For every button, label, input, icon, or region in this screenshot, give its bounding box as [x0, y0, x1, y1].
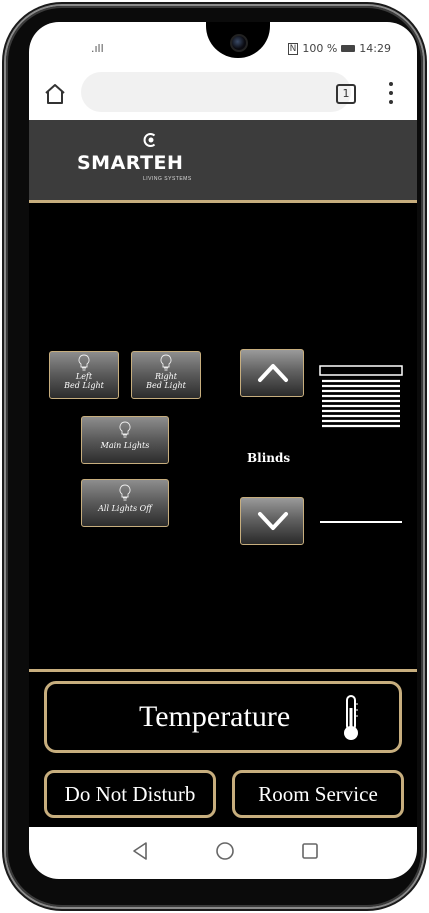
control-panel: Left Bed Light Right Bed Light Main Ligh… — [29, 203, 417, 669]
browser-toolbar: 1 — [29, 72, 417, 120]
bottom-controls: Temperature Do Not Disturb Room Service — [29, 672, 417, 827]
overflow-menu-button[interactable] — [387, 82, 395, 104]
main-lights-button[interactable]: Main Lights — [81, 416, 169, 464]
menu-dot — [389, 100, 393, 104]
bulb-icon — [160, 354, 172, 371]
smarteh-logo: SMARTEH LIVING SYSTEMS — [77, 132, 207, 184]
logo-tagline: LIVING SYSTEMS — [143, 176, 192, 182]
bulb-icon — [119, 484, 131, 501]
thermometer-icon — [344, 695, 358, 740]
menu-dot — [389, 91, 393, 95]
home-button[interactable] — [43, 82, 67, 106]
bulb-icon — [78, 354, 90, 371]
all-lights-off-label: All Lights Off — [98, 504, 152, 513]
chevron-up-icon — [258, 364, 288, 382]
all-lights-off-button[interactable]: All Lights Off — [81, 479, 169, 527]
front-camera — [230, 34, 248, 52]
chevron-down-icon — [258, 512, 288, 530]
logo-wordmark: SMARTEH — [77, 152, 184, 174]
temperature-button[interactable]: Temperature — [44, 681, 402, 753]
room-service-button[interactable]: Room Service — [232, 770, 404, 818]
signal-icon: .ıll — [91, 42, 104, 55]
nfc-icon: N — [287, 42, 299, 55]
right-bed-light-button[interactable]: Right Bed Light — [131, 351, 201, 399]
android-nav-bar — [29, 827, 417, 879]
blinds-open-icon — [319, 365, 403, 428]
left-bed-light-button[interactable]: Left Bed Light — [49, 351, 119, 399]
menu-dot — [389, 82, 393, 86]
home-icon — [45, 84, 65, 104]
main-lights-label: Main Lights — [100, 441, 150, 450]
home-circle-icon[interactable] — [215, 841, 235, 861]
right-bed-light-label: Right Bed Light — [146, 372, 186, 390]
blinds-down-button[interactable] — [240, 497, 304, 545]
clock: 14:29 — [359, 42, 391, 55]
blinds-closed-icon — [320, 521, 402, 523]
phone-screen: .ıll N 100 % 14:29 1 SMARTEH LIVING SYST… — [29, 22, 417, 879]
recents-square-icon[interactable] — [301, 841, 319, 861]
left-bed-light-label: Left Bed Light — [64, 372, 104, 390]
battery-icon — [341, 45, 356, 52]
battery-percent: 100 % — [302, 42, 338, 55]
tab-switcher-button[interactable]: 1 — [336, 84, 356, 104]
app-header: SMARTEH LIVING SYSTEMS — [29, 120, 417, 203]
back-triangle-icon[interactable] — [131, 841, 149, 861]
temperature-label: Temperature — [139, 700, 291, 733]
blinds-up-button[interactable] — [240, 349, 304, 397]
status-right: N 100 % 14:29 — [287, 42, 391, 55]
logo-power-icon — [143, 133, 156, 147]
address-bar[interactable] — [81, 72, 351, 112]
bulb-icon — [119, 421, 131, 438]
blinds-label: Blinds — [247, 451, 291, 465]
do-not-disturb-button[interactable]: Do Not Disturb — [44, 770, 216, 818]
